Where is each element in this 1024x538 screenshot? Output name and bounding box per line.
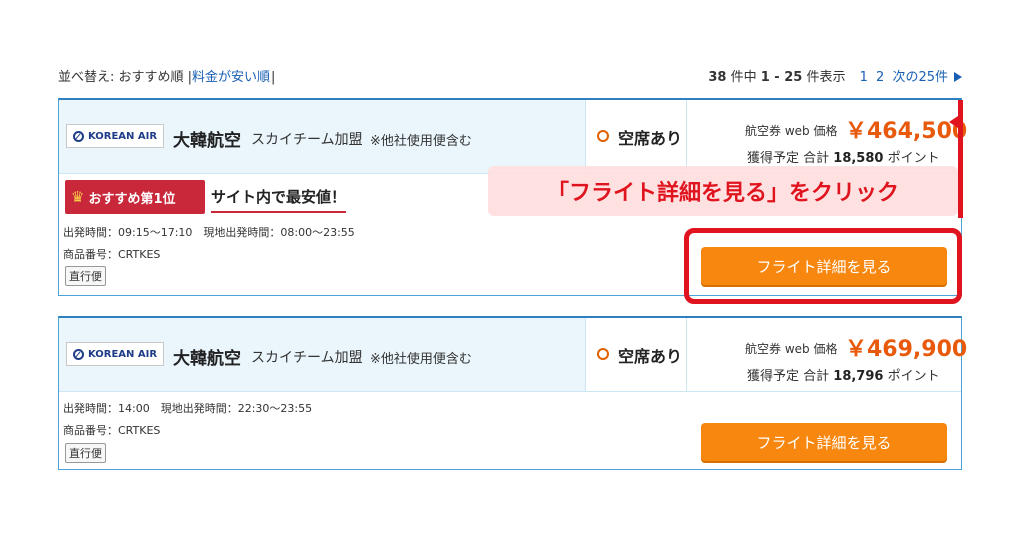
alliance-label: スカイチーム加盟 [251, 132, 363, 148]
logo-text: KOREAN AIR [87, 348, 158, 360]
codeshare-note: ※他社使用便含む [370, 352, 472, 367]
price-label: 航空券 web 価格 [745, 342, 838, 356]
result-count-text: 38 件中 1 - 25 件表示 [708, 70, 845, 85]
sort-cheapest-link[interactable]: 料金が安い順 [192, 70, 270, 85]
product-number: 商品番号：CRTKES [63, 424, 161, 437]
departure-times: 出発時間：09:15〜17:10 現地出発時間：08:00〜23:55 [63, 226, 355, 239]
direct-flight-tag: 直行便 [65, 443, 106, 463]
button-highlight-frame [684, 228, 962, 304]
cheapest-label: サイト内で最安値！ [211, 186, 347, 213]
points-suffix: ポイント [887, 369, 940, 384]
results-toolbar: 並べ替え: おすすめ順 |料金が安い順| 38 件中 1 - 25 件表示 1 … [58, 64, 962, 86]
available-circle-icon [597, 130, 609, 142]
result-count: 38 件中 1 - 25 件表示 1 2 次の25件 [708, 66, 962, 85]
count-range: 1 - 25 [760, 70, 803, 85]
korean-air-emblem-icon [72, 348, 84, 360]
seat-status: 空席あり [618, 347, 683, 366]
points-prefix: 獲得予定 合計 [747, 151, 830, 166]
price-amount: ￥469,900 [845, 337, 968, 362]
seat-status: 空席あり [618, 129, 683, 148]
korean-air-emblem-icon [72, 130, 84, 142]
recommend-badge: ♛ おすすめ第1位 [65, 180, 205, 214]
seat-availability: 空席あり [585, 100, 687, 173]
price-box: 航空券 web 価格 ￥464,500 獲得予定 合計 18,580 ポイント [687, 100, 967, 173]
points-value: 18,580 [833, 151, 884, 166]
page-link-1[interactable]: 1 [860, 70, 868, 85]
airline-name: 大韓航空 [173, 349, 241, 369]
points-value: 18,796 [833, 369, 884, 384]
count-mid: 件中 [726, 70, 761, 85]
logo-text: KOREAN AIR [87, 130, 158, 142]
airline-info: KOREAN AIR 大韓航空 スカイチーム加盟 ※他社使用便含む [59, 318, 585, 391]
departure-times: 出発時間：14:00 現地出発時間：22:30〜23:55 [63, 402, 313, 415]
sort-options: 並べ替え: おすすめ順 |料金が安い順| [58, 66, 276, 85]
korean-air-logo: KOREAN AIR [66, 342, 164, 366]
airline-info: KOREAN AIR 大韓航空 スカイチーム加盟 ※他社使用便含む [59, 100, 585, 173]
count-tail: 件表示 [802, 70, 846, 85]
alliance-label: スカイチーム加盟 [251, 350, 363, 366]
points-prefix: 獲得予定 合計 [747, 369, 830, 384]
next-arrow-icon[interactable] [954, 72, 962, 82]
price-box: 航空券 web 価格 ￥469,900 獲得予定 合計 18,796 ポイント [687, 318, 967, 391]
sort-label: 並べ替え: おすすめ順 | [58, 70, 193, 85]
seat-availability: 空席あり [585, 318, 687, 391]
points-info: 獲得予定 合計 18,580 ポイント [747, 147, 940, 166]
direct-flight-tag: 直行便 [65, 266, 106, 286]
points-info: 獲得予定 合計 18,796 ポイント [747, 365, 940, 384]
annotation-marker [949, 100, 963, 218]
flight-card-header: KOREAN AIR 大韓航空 スカイチーム加盟 ※他社使用便含む 空席あり 航… [59, 318, 967, 392]
flight-card: KOREAN AIR 大韓航空 スカイチーム加盟 ※他社使用便含む 空席あり 航… [58, 316, 967, 470]
flight-details-button[interactable]: フライト詳細を見る [701, 423, 947, 461]
badge-text: おすすめ第1位 [88, 191, 176, 207]
crown-icon: ♛ [71, 188, 85, 206]
korean-air-logo: KOREAN AIR [66, 124, 164, 148]
codeshare-note: ※他社使用便含む [370, 134, 472, 149]
airline-name: 大韓航空 [173, 131, 241, 151]
next-page-link[interactable]: 次の25件 [892, 70, 948, 85]
points-suffix: ポイント [887, 151, 940, 166]
flight-card-header: KOREAN AIR 大韓航空 スカイチーム加盟 ※他社使用便含む 空席あり 航… [59, 100, 967, 174]
sort-separator: | [271, 70, 276, 85]
available-circle-icon [597, 348, 609, 360]
page-link-2[interactable]: 2 [876, 70, 884, 85]
count-total: 38 [708, 70, 727, 85]
product-number: 商品番号：CRTKES [63, 248, 161, 261]
price-label: 航空券 web 価格 [745, 124, 838, 138]
instruction-callout: 「フライト詳細を見る」をクリック [488, 166, 958, 216]
